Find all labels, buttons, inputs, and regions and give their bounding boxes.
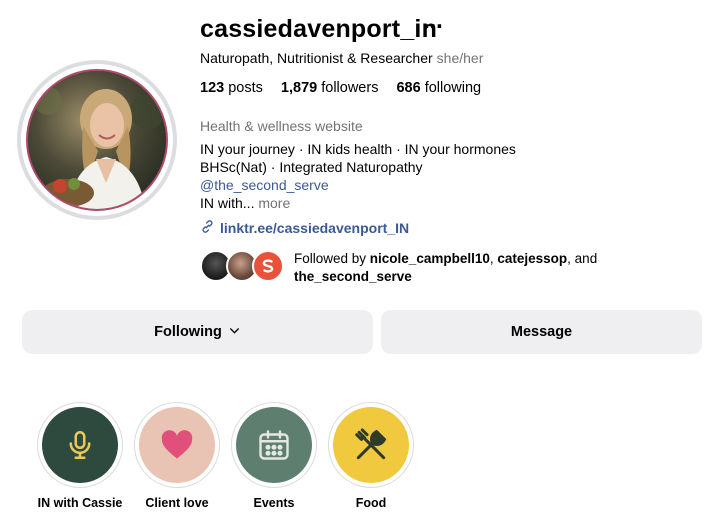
profile-stats: 123 posts 1,879 followers 686 following xyxy=(200,80,481,96)
highlight-cover xyxy=(333,407,409,483)
highlight-client-love[interactable]: Client love xyxy=(134,402,220,510)
highlight-label: Client love xyxy=(145,496,209,510)
followed-by-prefix: Followed by xyxy=(294,251,370,266)
following-label: following xyxy=(424,80,482,96)
highlight-ring xyxy=(37,402,123,488)
highlight-food[interactable]: Food xyxy=(328,402,414,510)
and-text: , and xyxy=(567,251,598,266)
following-button[interactable]: Following xyxy=(22,310,373,354)
highlight-in-with-cassie[interactable]: IN with Cassie xyxy=(37,402,123,510)
calendar-icon xyxy=(259,430,289,460)
pronouns: she/her xyxy=(436,50,484,66)
highlight-cover xyxy=(139,407,215,483)
bio: IN your journey · IN kids health · IN yo… xyxy=(200,140,516,212)
mutual-user-2[interactable]: catejessop xyxy=(497,251,567,266)
avatar-inner xyxy=(21,64,173,216)
following-stat[interactable]: 686 following xyxy=(396,80,481,96)
s-logo-icon xyxy=(262,259,274,273)
profile-username: cassiedavenport_in xyxy=(200,15,438,43)
website-url: linktr.ee/cassiedavenport_IN xyxy=(220,220,410,236)
bio-category: Health & wellness website xyxy=(200,118,363,134)
highlight-cover xyxy=(42,407,118,483)
more-options-icon[interactable]: ⋯ xyxy=(423,14,444,39)
website-link[interactable]: linktr.ee/cassiedavenport_IN xyxy=(200,219,409,237)
chevron-down-icon xyxy=(228,324,241,341)
message-button-label: Message xyxy=(510,324,573,340)
heart-icon xyxy=(161,430,193,459)
highlight-label: Events xyxy=(253,496,295,510)
category-text: Naturopath, Nutritionist & Researcher xyxy=(200,50,433,66)
followed-by[interactable]: Followed by nicole_campbell10, catejesso… xyxy=(200,250,614,286)
bio-line-4: IN with... more xyxy=(200,194,516,212)
highlight-ring xyxy=(231,402,317,488)
profile-avatar-ring[interactable] xyxy=(17,60,177,220)
profile-avatar[interactable] xyxy=(26,69,168,211)
mutual-user-3[interactable]: the_second_serve xyxy=(294,269,412,284)
following-count: 686 xyxy=(396,80,421,96)
highlight-label: Food xyxy=(355,496,387,510)
bio-line-1: IN your journey · IN kids health · IN yo… xyxy=(200,141,516,157)
followers-stat[interactable]: 1,879 followers xyxy=(281,80,379,96)
bio-more-link[interactable]: more xyxy=(254,195,290,211)
followers-label: followers xyxy=(321,80,379,96)
following-button-label: Following xyxy=(154,324,222,340)
highlight-ring xyxy=(134,402,220,488)
posts-label: posts xyxy=(228,80,263,96)
fork-knife-icon xyxy=(355,428,387,460)
highlight-label: IN with Cassie xyxy=(37,496,123,510)
message-button[interactable]: Message xyxy=(381,310,702,354)
bio-mention-link[interactable]: @the_second_serve xyxy=(200,176,516,194)
highlight-cover xyxy=(236,407,312,483)
bio-line-2: BHSc(Nat) · Integrated Naturopathy xyxy=(200,159,423,175)
link-icon xyxy=(200,219,215,237)
profile-category: Naturopath, Nutritionist & Researcher she… xyxy=(200,50,483,66)
highlight-ring xyxy=(328,402,414,488)
mutual-avatars xyxy=(200,250,290,282)
mutual-avatar xyxy=(252,250,284,282)
mutual-user-1[interactable]: nicole_campbell10 xyxy=(370,251,490,266)
microphone-icon xyxy=(69,430,91,460)
followed-by-text: Followed by nicole_campbell10, catejesso… xyxy=(294,250,614,286)
posts-stat[interactable]: 123 posts xyxy=(200,80,263,96)
highlight-events[interactable]: Events xyxy=(231,402,317,510)
profile-photo-illustration xyxy=(28,71,166,209)
posts-count: 123 xyxy=(200,80,225,96)
followers-count: 1,879 xyxy=(280,80,318,96)
bio-line-4-text: IN with... xyxy=(200,195,255,211)
